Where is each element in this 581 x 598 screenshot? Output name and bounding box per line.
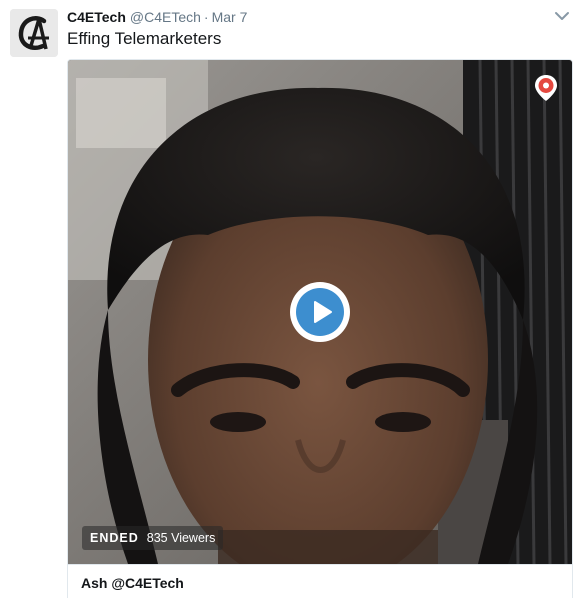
tweet-text: Effing Telemarketers (67, 29, 222, 48)
periscope-card[interactable]: ENDED 835 Viewers Ash @C4ETech (67, 59, 573, 598)
broadcast-status-badge: ENDED 835 Viewers (82, 526, 224, 550)
periscope-icon[interactable] (534, 74, 558, 102)
card-title[interactable]: Ash @C4ETech (81, 575, 184, 591)
play-circle (296, 288, 344, 336)
play-icon (314, 301, 332, 323)
card-footer[interactable]: Ash @C4ETech (68, 564, 572, 598)
play-button[interactable] (290, 282, 350, 342)
user-handle[interactable]: @C4ETech (130, 9, 201, 25)
chevron-down-icon[interactable] (553, 7, 571, 25)
tweet-timestamp[interactable]: Mar 7 (212, 9, 248, 25)
viewer-count: 835 Viewers (146, 531, 216, 545)
separator-dot: · (203, 9, 209, 25)
display-name[interactable]: C4ETech (67, 9, 126, 25)
c4e-logo-icon (10, 9, 58, 57)
video-player[interactable]: ENDED 835 Viewers (68, 60, 572, 564)
avatar[interactable] (10, 9, 58, 57)
tweet-header: C4ETech @C4ETech · Mar 7 (67, 8, 247, 26)
broadcast-ended-label: ENDED (90, 531, 139, 545)
tweet[interactable]: C4ETech @C4ETech · Mar 7 Effing Telemarkete… (0, 0, 581, 598)
